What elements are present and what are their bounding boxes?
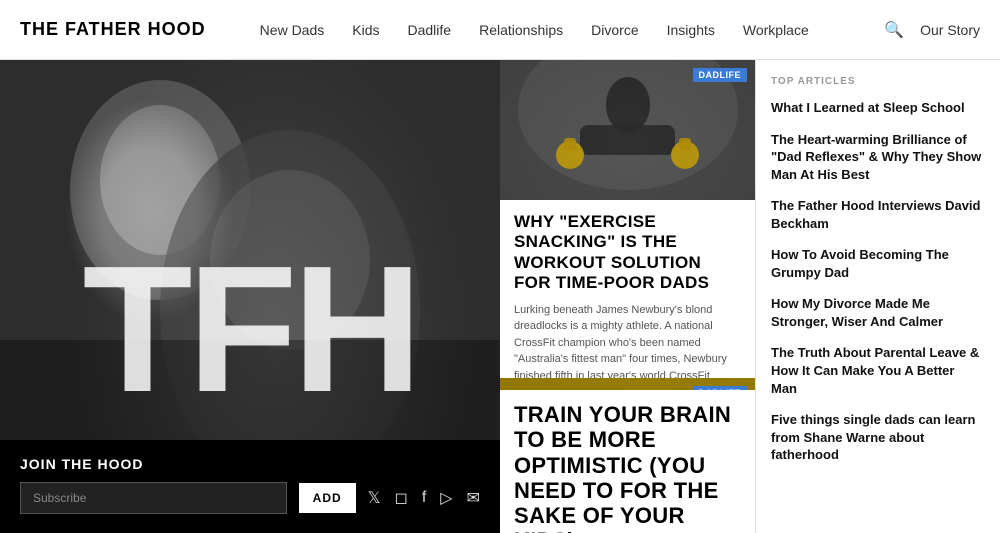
join-title: JOIN THE HOOD — [20, 456, 480, 472]
nav-kids[interactable]: Kids — [338, 22, 393, 38]
top-article-1[interactable]: What I Learned at Sleep School — [771, 99, 984, 117]
email-icon[interactable]: ✉ — [467, 488, 480, 508]
facebook-icon[interactable]: f — [422, 489, 426, 507]
nav-insights[interactable]: Insights — [653, 22, 729, 38]
main-nav: New Dads Kids Dadlife Relationships Divo… — [226, 22, 885, 38]
social-icons: 𝕏 ◻ f ▷ ✉ — [368, 488, 480, 508]
our-story-link[interactable]: Our Story — [920, 22, 980, 38]
join-section: JOIN THE HOOD ADD 𝕏 ◻ f ▷ ✉ — [0, 440, 500, 533]
center-panel: DADLIFE WHY "EXERCISE SNACKING" IS THE W… — [500, 60, 755, 533]
nav-divorce[interactable]: Divorce — [577, 22, 652, 38]
top-article-4[interactable]: How To Avoid Becoming The Grumpy Dad — [771, 246, 984, 281]
nav-relationships[interactable]: Relationships — [465, 22, 577, 38]
featured-excerpt: Lurking beneath James Newbury's blond dr… — [514, 302, 741, 385]
instagram-icon[interactable]: ◻ — [395, 488, 408, 508]
panel-divider — [755, 60, 756, 533]
search-icon[interactable]: 🔍 — [884, 20, 904, 40]
top-article-7[interactable]: Five things single dads can learn from S… — [771, 411, 984, 464]
header: THE FATHER HOOD New Dads Kids Dadlife Re… — [0, 0, 1000, 60]
featured-image: DADLIFE — [500, 60, 755, 200]
twitter-icon[interactable]: 𝕏 — [368, 488, 381, 508]
nav-new-dads[interactable]: New Dads — [246, 22, 339, 38]
right-panel: TOP ARTICLES What I Learned at Sleep Sch… — [755, 60, 1000, 533]
top-articles-label: TOP ARTICLES — [771, 76, 984, 87]
join-row: ADD 𝕏 ◻ f ▷ ✉ — [20, 482, 480, 514]
top-article-2[interactable]: The Heart-warming Brilliance of "Dad Ref… — [771, 131, 984, 184]
top-article-3[interactable]: The Father Hood Interviews David Beckham — [771, 197, 984, 232]
dadlife-badge: DADLIFE — [693, 68, 748, 82]
nav-dadlife[interactable]: Dadlife — [394, 22, 466, 38]
top-article-5[interactable]: How My Divorce Made Me Stronger, Wiser A… — [771, 295, 984, 330]
subscribe-input[interactable] — [20, 482, 287, 514]
hero-image: TFH — [0, 60, 500, 440]
add-button[interactable]: ADD — [299, 483, 356, 513]
top-article-6[interactable]: The Truth About Parental Leave & How It … — [771, 344, 984, 397]
nav-workplace[interactable]: Workplace — [729, 22, 823, 38]
youtube-icon[interactable]: ▷ — [440, 488, 452, 508]
featured-title[interactable]: WHY "EXERCISE SNACKING" IS THE WORKOUT S… — [514, 212, 741, 294]
site-logo[interactable]: THE FATHER HOOD — [0, 19, 226, 40]
center-content: WHY "EXERCISE SNACKING" IS THE WORKOUT S… — [500, 200, 755, 396]
left-panel: TFH JOIN THE HOOD ADD 𝕏 ◻ f ▷ ✉ — [0, 60, 500, 533]
header-right: 🔍 Our Story — [884, 20, 1000, 40]
second-article-title[interactable]: TRAIN YOUR BRAIN TO BE MORE OPTIMISTIC (… — [514, 402, 741, 533]
